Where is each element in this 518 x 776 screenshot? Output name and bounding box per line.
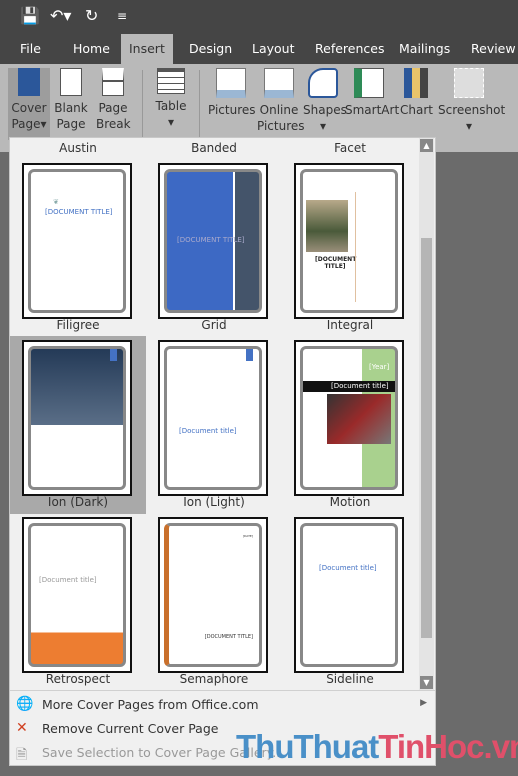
scrollbar-thumb[interactable] [421, 238, 432, 638]
scroll-up-icon[interactable]: ▲ [420, 139, 433, 152]
cover-thumb-grid[interactable]: [DOCUMENT TITLE] [158, 163, 268, 319]
chart-icon [404, 68, 428, 98]
page-break-button[interactable]: Page Break [96, 68, 131, 132]
cover-thumb-retrospect[interactable]: [Document title] [22, 517, 132, 673]
cover-thumb-motion[interactable]: [Year] [Document title] [294, 340, 404, 496]
submenu-arrow-icon: ▶ [420, 698, 427, 708]
label-integral: Integral [326, 318, 374, 332]
cover-thumb-ion-light[interactable]: [Document title] [158, 340, 268, 496]
cover-thumb-filigree[interactable]: ❦ [DOCUMENT TITLE] [22, 163, 132, 319]
customize-icon[interactable]: ≡ [117, 9, 127, 23]
blank-page-icon [60, 68, 82, 96]
blank-page-button[interactable]: Blank Page [54, 68, 88, 132]
ribbon-tabs: File Home Insert Design Layout Reference… [0, 34, 518, 64]
cover-page-icon [18, 68, 40, 96]
smartart-button[interactable]: SmartArt [345, 68, 399, 118]
label-ion-dark: Ion (Dark) [47, 495, 109, 509]
tab-mailings[interactable]: Mailings [399, 41, 450, 56]
shapes-icon [308, 68, 338, 98]
tab-review[interactable]: Review [471, 41, 516, 56]
label-grid: Grid [201, 318, 227, 332]
gallery-item-banded[interactable]: Banded [146, 141, 282, 155]
online-pictures-button[interactable]: Online Pictures [257, 68, 305, 134]
tab-home[interactable]: Home [73, 41, 110, 56]
page-break-icon [102, 68, 124, 96]
pictures-button[interactable]: Pictures [208, 68, 256, 118]
label-semaphore: Semaphore [179, 672, 249, 686]
gallery-item-facet[interactable]: Facet [282, 141, 418, 155]
tab-insert[interactable]: Insert [121, 34, 173, 64]
label-retrospect: Retrospect [45, 672, 111, 686]
screenshot-icon [454, 68, 484, 98]
redo-icon[interactable]: ↻ [85, 6, 98, 25]
label-motion: Motion [329, 495, 371, 509]
chart-button[interactable]: Chart [400, 68, 433, 118]
shapes-button[interactable]: Shapes ▾ [303, 68, 347, 134]
gallery-item-austin[interactable]: Austin [10, 141, 146, 155]
label-sideline: Sideline [326, 672, 374, 686]
tab-references[interactable]: References [315, 41, 384, 56]
screenshot-button[interactable]: Screenshot ▾ [438, 68, 505, 134]
label-filigree: Filigree [56, 318, 100, 332]
save-selection-icon: 🗎 [16, 747, 28, 763]
office-online-icon: 🌐 [16, 696, 34, 712]
title-bar: 💾 ↶▾ ↻ ≡ [0, 0, 518, 34]
menu-more-cover-pages[interactable]: 🌐 More Cover Pages from Office.com ▶ [10, 693, 435, 717]
cover-thumb-ion-dark[interactable]: [Document title] [22, 340, 132, 496]
remove-cover-icon: ✕ [16, 720, 28, 736]
scroll-down-icon[interactable]: ▼ [420, 676, 433, 689]
cover-page-button[interactable]: Cover Page▾ [8, 68, 50, 140]
tab-design[interactable]: Design [189, 41, 232, 56]
table-button[interactable]: Table ▾ [152, 68, 190, 130]
undo-icon[interactable]: ↶▾ [50, 6, 71, 25]
save-icon[interactable]: 💾 [20, 6, 40, 25]
cover-thumb-sideline[interactable]: [Document title] [294, 517, 404, 673]
tab-layout[interactable]: Layout [252, 41, 295, 56]
gallery-scrollbar[interactable]: ▲ ▼ [419, 138, 434, 690]
smartart-icon [354, 68, 384, 98]
online-pictures-icon [264, 68, 294, 98]
label-ion-light: Ion (Light) [183, 495, 245, 509]
table-icon [157, 68, 185, 94]
tab-file[interactable]: File [20, 41, 41, 56]
motion-title: [Document title] [331, 382, 389, 390]
cover-thumb-semaphore[interactable]: [DATE] [DOCUMENT TITLE] [158, 517, 268, 673]
watermark: ThuThuatTinHoc.vn [236, 728, 518, 765]
pictures-icon [216, 68, 246, 98]
cover-thumb-integral[interactable]: [DOCUMENT TITLE] [294, 163, 404, 319]
